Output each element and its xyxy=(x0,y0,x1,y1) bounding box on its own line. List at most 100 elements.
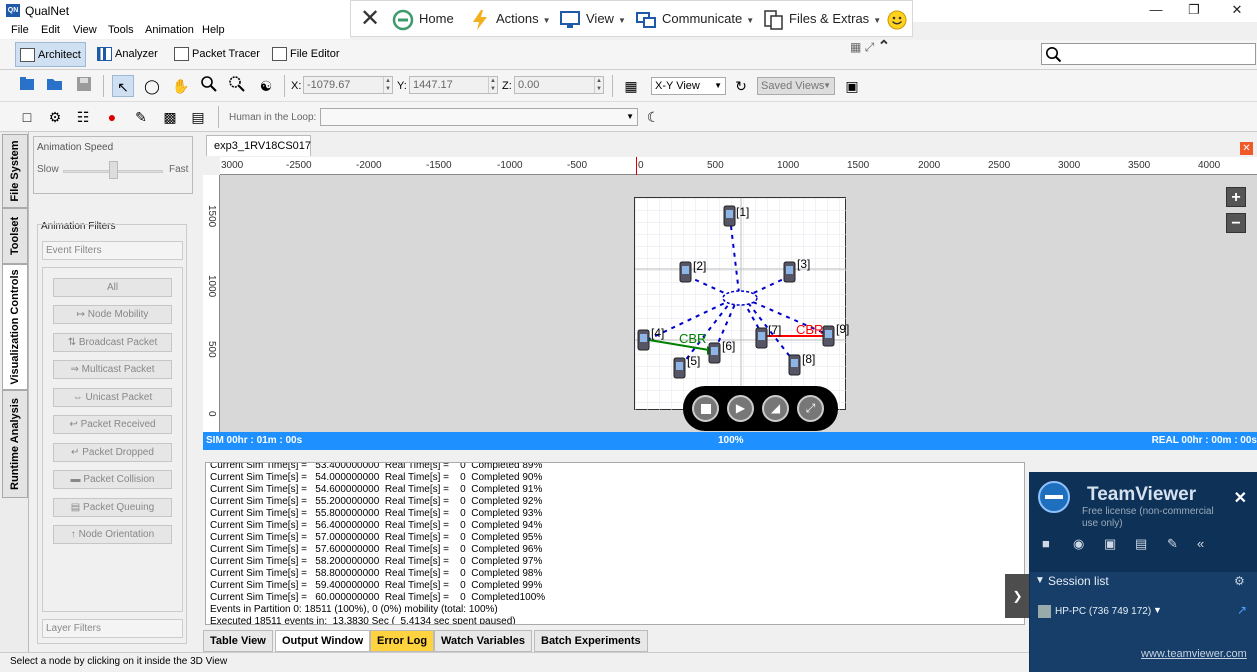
connect-arrow-icon[interactable]: ↗ xyxy=(1237,603,1247,617)
menu-file[interactable]: File xyxy=(11,24,29,36)
session-chevron-down-icon[interactable]: ▼ xyxy=(1035,575,1045,586)
tab-visualization-controls[interactable]: Visualization Controls xyxy=(2,264,28,390)
view-button[interactable]: View ▼ xyxy=(559,1,626,37)
edit-icon[interactable]: ✎ xyxy=(130,106,152,128)
node-6-label[interactable]: [6] xyxy=(722,339,735,353)
smiley-icon[interactable] xyxy=(887,1,907,37)
view-mode-select[interactable]: X-Y View ▼ xyxy=(651,77,726,95)
zoom-out-button[interactable]: − xyxy=(1226,213,1246,233)
maximize-button[interactable]: ❐ xyxy=(1171,0,1217,22)
home-button[interactable]: Home xyxy=(392,1,454,37)
session-host[interactable]: HP-PC (736 749 172) xyxy=(1055,606,1151,617)
play-button[interactable]: ▶ xyxy=(727,395,754,422)
files-extras-button[interactable]: Files & Extras ▼ xyxy=(762,1,881,37)
record-icon[interactable]: ● xyxy=(101,106,123,128)
z-coordinate-field[interactable]: 0.00 ▲ ▼ xyxy=(514,76,604,94)
saved-views-select[interactable]: Saved Views ▼ xyxy=(757,77,835,95)
camera-icon[interactable]: ■ xyxy=(1042,536,1050,551)
x-coordinate-field[interactable]: -1079.67 ▲ ▼ xyxy=(303,76,393,94)
select-pointer-icon[interactable]: ↖ xyxy=(112,75,134,97)
filter-node-mobility-button[interactable]: ↦ Node Mobility xyxy=(53,305,172,324)
eraser-icon[interactable]: ▤ xyxy=(187,106,209,128)
node-3-label[interactable]: [3] xyxy=(797,257,810,271)
node-8-label[interactable]: [8] xyxy=(802,352,815,366)
expand-icon[interactable]: ⤢ xyxy=(865,40,875,54)
settings-gear-icon[interactable]: ⚙ xyxy=(44,106,66,128)
stats-chart-icon[interactable]: ▩ xyxy=(159,106,181,128)
clapper-icon[interactable]: ☷ xyxy=(72,106,94,128)
menu-edit[interactable]: Edit xyxy=(41,24,60,36)
packet-tracer-tab[interactable]: Packet Tracer xyxy=(170,42,264,67)
tab-batch-experiments[interactable]: Batch Experiments xyxy=(534,630,648,652)
reset-view-icon[interactable]: ↻ xyxy=(730,75,752,97)
tab-runtime-analysis[interactable]: Runtime Analysis xyxy=(2,390,28,498)
filter-packet-received-button[interactable]: ↩ Packet Received xyxy=(53,415,172,434)
fullscreen-button[interactable]: ⤢ xyxy=(797,395,824,422)
wizard-icon[interactable]: □ xyxy=(16,106,38,128)
animation-speed-slider-handle[interactable] xyxy=(109,161,118,179)
close-window-button[interactable]: ✕ xyxy=(1214,0,1257,22)
save-icon[interactable] xyxy=(73,75,95,97)
layer-filters-header[interactable]: Layer Filters xyxy=(42,619,183,638)
open-folder-icon[interactable] xyxy=(44,75,66,97)
filter-all-button[interactable]: All xyxy=(53,278,172,297)
menu-view[interactable]: View xyxy=(73,24,97,36)
window-icon[interactable]: ▣ xyxy=(841,75,863,97)
close-x-icon[interactable]: ✕ xyxy=(360,1,380,37)
z-spinner-icon[interactable]: ▲ ▼ xyxy=(594,77,603,93)
zoom-area-icon[interactable] xyxy=(226,75,248,97)
moon-icon[interactable]: ☾ xyxy=(642,106,664,128)
output-window[interactable]: Current Sim Time[s] = 53.400000000 Real … xyxy=(205,462,1025,625)
grid-toggle-icon[interactable]: ▦ xyxy=(620,75,642,97)
x-spinner-icon[interactable]: ▲ ▼ xyxy=(383,77,392,93)
rotate-3d-icon[interactable]: ☯ xyxy=(255,75,277,97)
node-7-label[interactable]: [7] xyxy=(768,323,781,337)
y-spinner-icon[interactable]: ▲ ▼ xyxy=(488,77,497,93)
hitl-command-select[interactable]: ▼ xyxy=(320,108,638,126)
menu-help[interactable]: Help xyxy=(202,24,225,36)
node-2-label[interactable]: [2] xyxy=(693,259,706,273)
tab-error-log[interactable]: Error Log xyxy=(370,630,435,652)
filter-packet-queuing-button[interactable]: ▤ Packet Queuing xyxy=(53,498,172,517)
scenario-area[interactable]: [1] [2] [3] [4] [5] [6] [7] [8] [9] CBR … xyxy=(634,197,849,411)
wireless-subnet-cloud[interactable] xyxy=(722,290,758,306)
tab-watch-variables[interactable]: Watch Variables xyxy=(434,630,532,652)
headset-icon[interactable]: ◉ xyxy=(1073,536,1084,552)
filter-packet-dropped-button[interactable]: ↵ Packet Dropped xyxy=(53,443,172,462)
network-canvas[interactable]: [1] [2] [3] [4] [5] [6] [7] [8] [9] CBR … xyxy=(220,175,1257,432)
event-filters-header[interactable]: Event Filters xyxy=(42,241,183,260)
stop-button[interactable] xyxy=(692,395,719,422)
collapse-up-icon[interactable]: ⌃ xyxy=(878,38,891,55)
menu-tools[interactable]: Tools xyxy=(108,24,134,36)
collapse-left-icon[interactable]: « xyxy=(1197,536,1204,551)
tab-table-view[interactable]: Table View xyxy=(203,630,273,652)
architect-tab[interactable]: Architect xyxy=(15,42,86,67)
node-4-label[interactable]: [4] xyxy=(651,326,664,340)
grid-icon[interactable]: ▦ xyxy=(850,40,861,54)
teamviewer-expand-handle[interactable]: ❯ xyxy=(1005,574,1030,618)
pan-hand-icon[interactable]: ✋ xyxy=(170,75,192,97)
file-editor-tab[interactable]: File Editor xyxy=(268,42,344,67)
zoom-in-button[interactable]: + xyxy=(1226,187,1246,207)
session-settings-gear-icon[interactable]: ⚙ xyxy=(1234,574,1245,588)
host-chevron-down-icon[interactable]: ▼ xyxy=(1153,605,1162,615)
menu-animation[interactable]: Animation xyxy=(145,24,194,36)
filter-multicast-button[interactable]: ⇒ Multicast Packet xyxy=(53,360,172,379)
tab-file-system[interactable]: File System xyxy=(2,134,28,208)
y-coordinate-field[interactable]: 1447.17 ▲ ▼ xyxy=(409,76,498,94)
tab-toolset[interactable]: Toolset xyxy=(2,208,28,264)
lasso-icon[interactable]: ◯ xyxy=(141,75,163,97)
chat-icon[interactable]: ▣ xyxy=(1104,536,1116,552)
step-button[interactable]: ◢ xyxy=(762,395,789,422)
actions-button[interactable]: Actions ▼ xyxy=(469,1,551,37)
new-scenario-icon[interactable] xyxy=(16,75,38,97)
teamviewer-close-icon[interactable]: ✕ xyxy=(1234,488,1247,508)
close-canvas-icon[interactable]: ✕ xyxy=(1240,142,1253,155)
zoom-icon[interactable] xyxy=(198,75,220,97)
teamviewer-link[interactable]: www.teamviewer.com xyxy=(1141,648,1247,660)
tools-icon[interactable]: ✎ xyxy=(1167,536,1178,552)
node-9-label[interactable]: [9] xyxy=(836,322,849,336)
node-1-label[interactable]: [1] xyxy=(736,205,749,219)
filter-unicast-button[interactable]: ⇔ Unicast Packet xyxy=(53,388,172,407)
search-input[interactable] xyxy=(1041,43,1256,65)
